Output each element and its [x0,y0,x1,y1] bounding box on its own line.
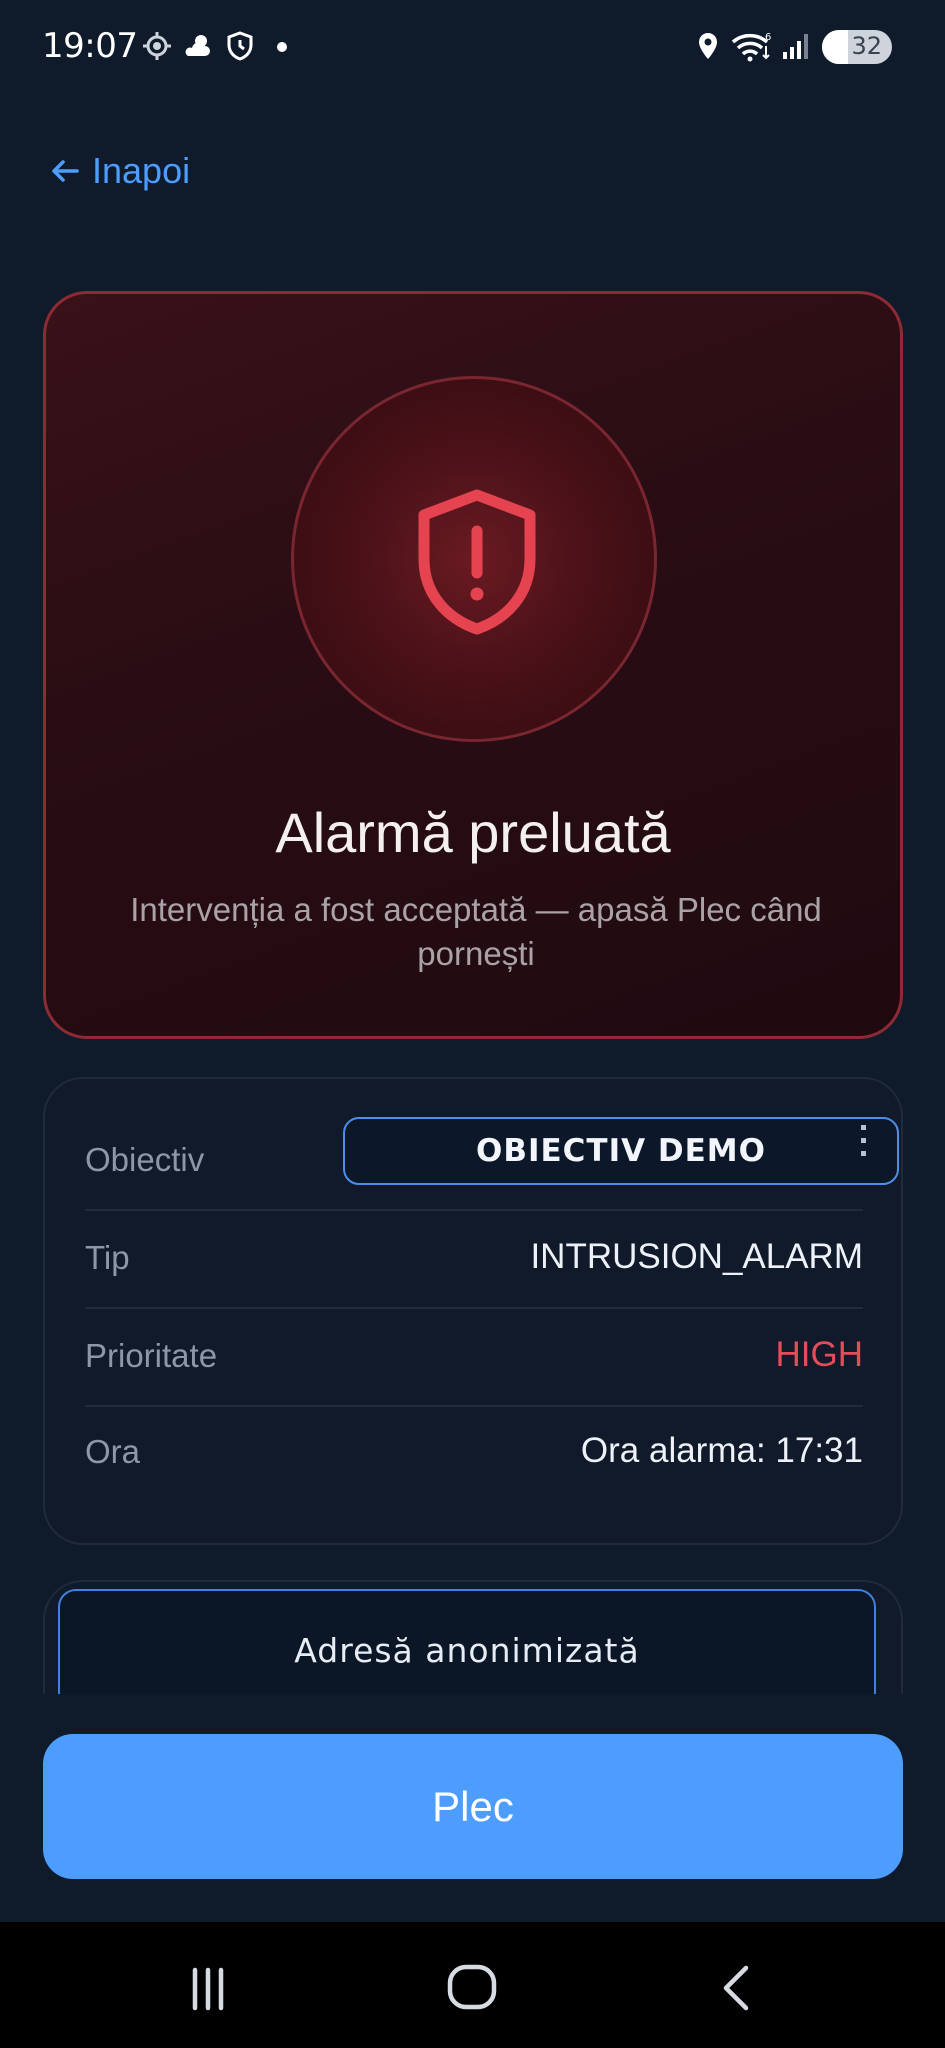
weather-icon [185,35,210,56]
detail-label: Prioritate [85,1337,218,1374]
status-time: 19:07 [42,26,138,66]
location-pin-icon [699,33,717,59]
detail-label: Ora [85,1433,141,1470]
detail-label: Obiectiv [85,1141,205,1178]
back-icon[interactable] [702,1952,772,2022]
scroll-fade [0,1694,945,1734]
wifi-icon: 6 [731,32,771,62]
detail-value: INTRUSION_ALARM [530,1237,863,1276]
detail-row-ora: Ora Ora alarma: 17:31 [85,1405,863,1503]
detail-label: Tip [85,1239,130,1276]
battery-icon: 32 [822,30,892,64]
status-bar: 19:07 6 32 [0,0,945,96]
recents-icon[interactable] [173,1952,243,2022]
alarm-subtitle: Intervenția a fost acceptată — apasă Ple… [130,891,822,972]
location-target-icon [143,32,171,60]
detail-value: Ora alarma: 17:31 [580,1431,863,1470]
address-field[interactable]: Adresă anonimizată [58,1589,876,1711]
plec-button[interactable]: Plec [43,1734,903,1879]
screen: 19:07 6 32 Inapoi Alarmă preluată Interv… [0,0,945,2048]
overflow-dots [861,1125,867,1165]
objectiv-value: OBIECTIV DEMO [343,1117,899,1185]
detail-row-tip: Tip INTRUSION_ALARM [85,1211,863,1309]
shield-alert-icon [418,489,536,635]
alarm-title: Alarmă preluată [275,801,671,864]
priority-value: HIGH [775,1335,864,1374]
system-nav-bar [0,1922,945,2048]
shield-clock-icon [227,31,253,61]
signal-icon [783,34,808,59]
home-icon[interactable] [437,1952,507,2022]
alarm-status-card: Alarmă preluată Intervenția a fost accep… [43,291,903,1039]
back-label: Inapoi [92,150,191,191]
alarm-details-card: Obiectiv OBIECTIV DEMO Tip INTRUSION_ALA… [43,1077,903,1545]
battery-level: 32 [851,32,882,60]
arrow-left-icon [52,160,79,182]
alarm-icon-circle [291,376,657,742]
svg-text:6: 6 [765,32,771,43]
back-button[interactable]: Inapoi [50,146,190,196]
detail-row-prioritate: Prioritate HIGH [85,1309,863,1407]
detail-row-objectiv: Obiectiv OBIECTIV DEMO [85,1113,899,1211]
notification-dot [277,42,287,52]
